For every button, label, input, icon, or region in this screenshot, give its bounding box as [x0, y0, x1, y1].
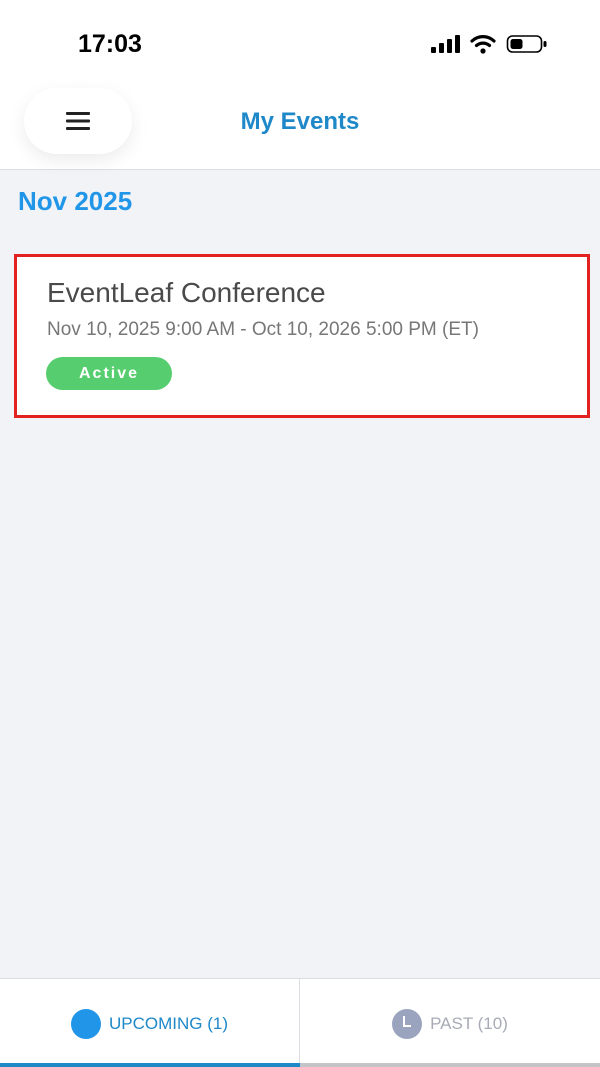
event-dates: Nov 10, 2025 9:00 AM - Oct 10, 2026 5:00…	[47, 319, 479, 340]
tab-bar: UPCOMING (1) PAST (10)	[0, 978, 600, 1067]
status-time: 17:03	[78, 30, 142, 58]
tab-past-indicator	[300, 1063, 600, 1067]
tab-upcoming-label: UPCOMING (1)	[109, 1013, 228, 1033]
event-title: EventLeaf Conference	[47, 277, 326, 308]
tab-past-label: PAST (10)	[430, 1013, 508, 1033]
page-title: My Events	[240, 108, 360, 135]
tab-upcoming-indicator	[0, 1063, 300, 1067]
status-icons	[430, 34, 548, 54]
status-badge: Active	[46, 357, 172, 390]
month-heading: Nov 2025	[18, 186, 133, 216]
tab-upcoming[interactable]: UPCOMING (1)	[0, 979, 300, 1067]
clock-icon	[392, 1008, 423, 1039]
event-card[interactable]: EventLeaf Conference Nov 10, 2025 9:00 A…	[14, 254, 590, 418]
wifi-icon	[470, 35, 496, 54]
upcoming-circle-icon	[71, 1008, 101, 1039]
header: My Events	[0, 88, 600, 170]
battery-icon	[506, 35, 547, 53]
status-bar: 17:03	[0, 0, 600, 88]
tab-past[interactable]: PAST (10)	[300, 979, 600, 1067]
cellular-signal-icon	[431, 35, 460, 53]
